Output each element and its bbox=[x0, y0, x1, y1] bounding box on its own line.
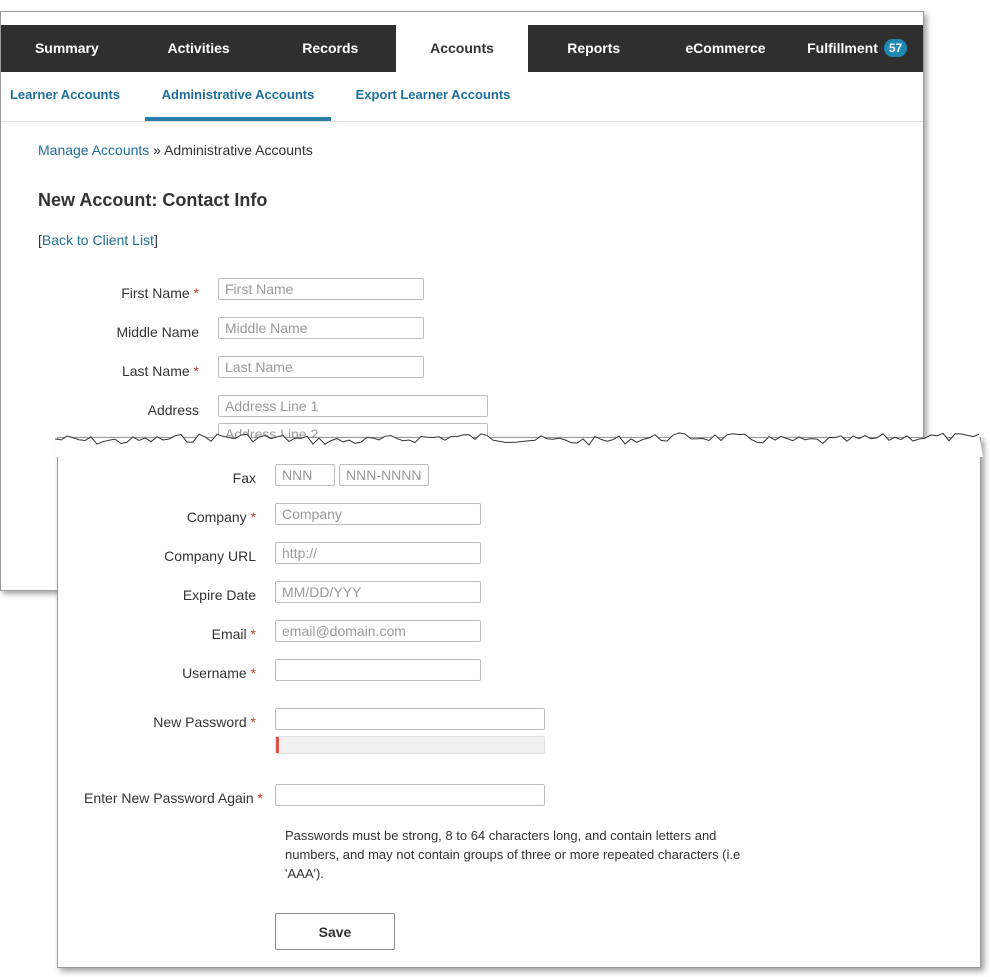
address-line-1-input[interactable] bbox=[218, 395, 488, 417]
new-password-label: New Password * bbox=[78, 714, 256, 730]
username-label: Username * bbox=[78, 665, 256, 681]
required-marker: * bbox=[250, 626, 256, 642]
new-password-label-text: New Password bbox=[153, 714, 247, 730]
save-button[interactable]: Save bbox=[275, 913, 395, 950]
tab-fulfillment[interactable]: Fulfillment 57 bbox=[791, 25, 923, 72]
company-label-text: Company bbox=[186, 509, 247, 525]
expire-date-label: Expire Date bbox=[78, 587, 256, 603]
tab-label: Records bbox=[302, 40, 359, 56]
address-label-text: Address bbox=[147, 402, 199, 418]
breadcrumb-current: Administrative Accounts bbox=[164, 142, 313, 158]
email-input[interactable] bbox=[275, 620, 481, 642]
back-to-client-list: [Back to Client List] bbox=[38, 232, 158, 248]
top-nav: Summary Activities Records Accounts Repo… bbox=[1, 25, 923, 72]
company-url-label: Company URL bbox=[78, 548, 256, 564]
subnav-export-learner-accounts[interactable]: Export Learner Accounts bbox=[353, 72, 513, 118]
expire-date-label-text: Expire Date bbox=[182, 587, 256, 603]
required-marker: * bbox=[193, 285, 199, 301]
email-label-text: Email bbox=[211, 626, 247, 642]
required-marker: * bbox=[250, 714, 256, 730]
email-label: Email * bbox=[78, 626, 256, 642]
username-label-text: Username bbox=[182, 665, 247, 681]
tab-summary[interactable]: Summary bbox=[1, 25, 133, 72]
username-input[interactable] bbox=[275, 659, 481, 681]
fax-label-text: Fax bbox=[232, 470, 256, 486]
last-name-label-text: Last Name bbox=[121, 363, 190, 379]
middle-name-label: Middle Name bbox=[61, 324, 199, 340]
sub-nav: Learner Accounts Administrative Accounts… bbox=[1, 72, 923, 122]
company-input[interactable] bbox=[275, 503, 481, 525]
front-panel: Fax Company * Company URL Expire Date Em… bbox=[57, 437, 981, 968]
tab-accounts[interactable]: Accounts bbox=[396, 25, 528, 72]
subnav-administrative-accounts[interactable]: Administrative Accounts bbox=[145, 72, 331, 121]
fax-label: Fax bbox=[78, 470, 256, 486]
breadcrumb-manage-accounts-link[interactable]: Manage Accounts bbox=[38, 142, 149, 158]
middle-name-input[interactable] bbox=[218, 317, 424, 339]
confirm-password-label-text: Enter New Password Again bbox=[84, 790, 254, 806]
tab-activities[interactable]: Activities bbox=[133, 25, 265, 72]
bracket-close: ] bbox=[153, 232, 158, 248]
back-to-client-list-link[interactable]: Back to Client List bbox=[42, 232, 154, 248]
confirm-password-input[interactable] bbox=[275, 784, 545, 806]
tab-label: Accounts bbox=[430, 40, 494, 56]
first-name-label-text: First Name bbox=[121, 285, 190, 301]
tab-label: Activities bbox=[167, 40, 230, 56]
confirm-password-label: Enter New Password Again * bbox=[58, 790, 263, 806]
last-name-input[interactable] bbox=[218, 356, 424, 378]
first-name-input[interactable] bbox=[218, 278, 424, 300]
tab-label: Summary bbox=[34, 40, 99, 56]
tab-records[interactable]: Records bbox=[264, 25, 396, 72]
password-requirements-note: Passwords must be strong, 8 to 64 charac… bbox=[285, 828, 741, 881]
subnav-learner-accounts[interactable]: Learner Accounts bbox=[1, 72, 129, 118]
password-strength-meter bbox=[275, 736, 545, 754]
required-marker: * bbox=[193, 363, 199, 379]
tab-label: Fulfillment bbox=[807, 40, 878, 56]
address-label: Address bbox=[61, 402, 199, 418]
page-title: New Account: Contact Info bbox=[38, 190, 268, 210]
new-password-input[interactable] bbox=[275, 708, 545, 730]
tab-label: Reports bbox=[567, 40, 621, 56]
expire-date-input[interactable] bbox=[275, 581, 481, 603]
torn-paper-edge bbox=[55, 432, 983, 457]
company-url-input[interactable] bbox=[275, 542, 481, 564]
required-marker: * bbox=[257, 790, 263, 806]
fax-area-code-input[interactable] bbox=[275, 464, 335, 486]
required-marker: * bbox=[250, 509, 256, 525]
breadcrumb: Manage Accounts » Administrative Account… bbox=[38, 142, 313, 158]
middle-name-label-text: Middle Name bbox=[116, 324, 199, 340]
required-marker: * bbox=[250, 665, 256, 681]
company-label: Company * bbox=[78, 509, 256, 525]
password-strength-fill bbox=[276, 737, 279, 753]
last-name-label: Last Name * bbox=[61, 363, 199, 379]
tab-reports[interactable]: Reports bbox=[528, 25, 660, 72]
fulfillment-count-badge: 57 bbox=[883, 39, 908, 57]
fax-number-input[interactable] bbox=[339, 464, 429, 486]
first-name-label: First Name * bbox=[61, 285, 199, 301]
breadcrumb-separator: » bbox=[149, 142, 165, 158]
tab-label: eCommerce bbox=[685, 40, 766, 56]
tab-ecommerce[interactable]: eCommerce bbox=[660, 25, 792, 72]
company-url-label-text: Company URL bbox=[164, 548, 256, 564]
